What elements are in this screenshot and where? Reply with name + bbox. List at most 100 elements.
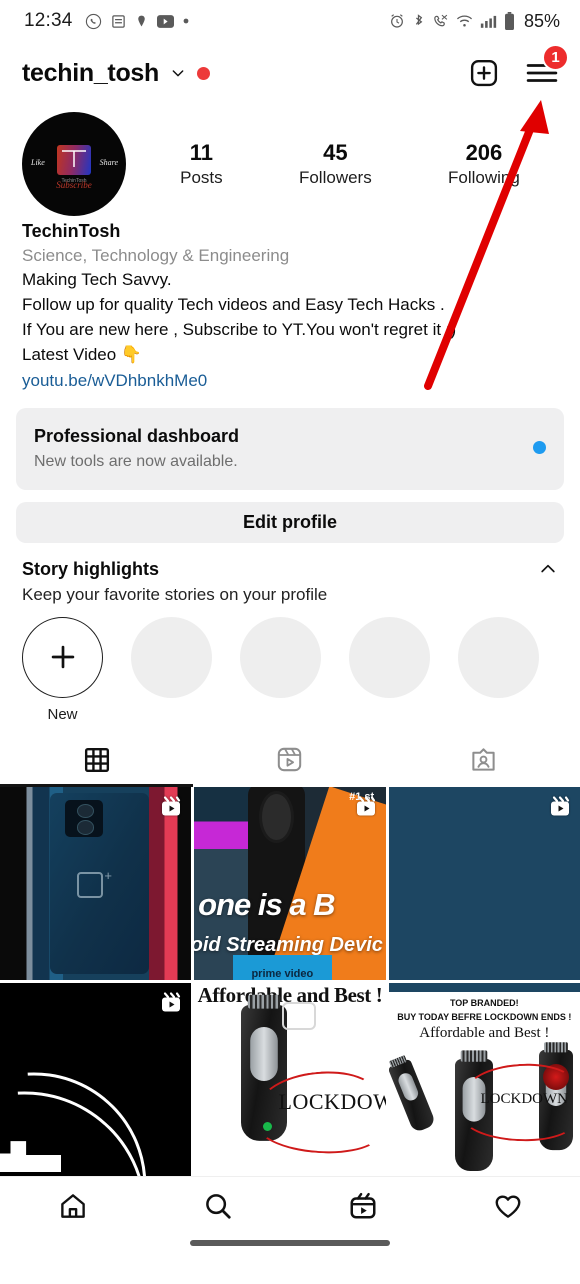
post-6-line-2: BUY TODAY BEFRE LOCKDOWN ENDS ! [397, 1011, 572, 1022]
highlight-placeholder[interactable] [240, 616, 321, 723]
avatar-subscribe-text: Subscribe [56, 180, 92, 190]
stat-posts-label: Posts [180, 167, 223, 187]
chevron-down-icon[interactable] [170, 65, 186, 81]
post-6-line-3: Affordable and Best ! [419, 1025, 550, 1042]
bluetooth-icon [412, 13, 425, 30]
post-2-headline: one is a B [198, 887, 335, 923]
bio-line-1: Making Tech Savvy. [22, 270, 172, 290]
status-bar: 12:34 85% [0, 0, 580, 42]
nav-reels[interactable] [290, 1191, 435, 1221]
phone-screen: 12:34 85% techin_tosh 1 TechinTosh Like … [0, 0, 580, 1284]
grid-post-6[interactable]: TOP BRANDED! BUY TODAY BEFRE LOCKDOWN EN… [388, 982, 580, 1176]
youtube-icon [156, 14, 174, 28]
grid-post-3[interactable] [388, 786, 580, 980]
stat-posts-count: 11 [189, 140, 214, 166]
profile-actions: Professional dashboard New tools are now… [0, 394, 580, 543]
post-1-camera-art [65, 800, 104, 837]
story-highlights-subtitle: Keep your favorite stories on your profi… [22, 584, 328, 604]
profile-stats: 11 Posts 45 Followers 206 Following [126, 139, 558, 189]
highlight-circle [458, 616, 539, 698]
avatar-share-text: Share [99, 158, 118, 167]
avatar[interactable]: TechinTosh Like Share Subscribe [22, 112, 126, 216]
highlight-circle [240, 616, 321, 698]
bottom-navigation [0, 1175, 580, 1236]
post-2-pad-art [259, 791, 294, 844]
menu-notification-badge: 1 [542, 44, 569, 71]
stat-followers[interactable]: 45 Followers [299, 139, 372, 189]
battery-icon [504, 12, 515, 30]
grid-post-5[interactable]: Affordable and Best ! LOCKDOWN [194, 982, 386, 1176]
story-highlights-title: Story highlights [22, 558, 159, 579]
post-6-line-1: TOP BRANDED! [449, 998, 519, 1009]
story-highlights-row: New [22, 616, 558, 723]
username-switcher[interactable]: techin_tosh [22, 59, 210, 88]
add-highlight-icon[interactable] [22, 616, 103, 698]
reel-indicator-icon [159, 795, 183, 824]
post-6-trimmer-art [388, 1058, 437, 1134]
dashboard-text: Professional dashboard New tools are now… [34, 423, 239, 473]
news-icon [111, 14, 126, 29]
post-1-logo-art [76, 868, 112, 898]
gesture-area [0, 1235, 580, 1274]
tab-grid[interactable] [0, 733, 194, 787]
story-highlights-header: Story highlights [22, 559, 558, 580]
gesture-bar[interactable] [190, 1239, 390, 1246]
reel-indicator-icon [159, 991, 183, 1020]
edit-profile-button[interactable]: Edit profile [16, 501, 564, 543]
username-label: techin_tosh [22, 58, 159, 87]
nav-home[interactable] [0, 1191, 145, 1221]
status-time: 12:34 [24, 10, 73, 31]
stat-posts[interactable]: 11 Posts [180, 139, 223, 189]
post-6-top-band [388, 982, 580, 993]
highlight-new[interactable]: New [22, 616, 103, 723]
professional-dashboard-card[interactable]: Professional dashboard New tools are now… [16, 407, 564, 490]
post-5-callout-label: LOCKDOWN [278, 1088, 386, 1114]
bio-line-3: If You are new here , Subscribe to YT.Yo… [22, 320, 457, 340]
grid-post-4[interactable] [0, 982, 192, 1176]
heart-icon [495, 1195, 520, 1219]
highlight-placeholder[interactable] [458, 616, 539, 723]
add-post-icon[interactable] [469, 58, 499, 88]
tab-reels[interactable] [193, 733, 386, 787]
call-mute-icon [432, 13, 449, 30]
stat-following-count: 206 [465, 140, 503, 166]
avatar-like-text: Like [31, 158, 45, 167]
dashboard-new-dot [533, 441, 546, 455]
bio-line-4: Latest Video 👇 [22, 345, 143, 365]
highlight-new-label: New [47, 705, 78, 723]
tab-tagged[interactable] [387, 733, 580, 787]
highlight-circle [131, 616, 212, 698]
stat-followers-count: 45 [323, 140, 348, 166]
highlight-placeholder[interactable] [131, 616, 212, 723]
grid-post-1[interactable] [0, 786, 192, 980]
post-5-ghost-icon [282, 1002, 317, 1031]
profile-category: Science, Technology & Engineering [22, 246, 290, 266]
search-icon [205, 1194, 231, 1219]
profile-summary: TechinTosh Like Share Subscribe 11 Posts… [0, 104, 580, 216]
profile-link[interactable]: youtu.be/wVDhbnkhMe0 [22, 368, 558, 394]
highlight-circle [349, 616, 430, 698]
post-grid: #1 st one is a B roid Streaming Devic pr… [0, 786, 580, 1176]
home-icon [60, 1194, 85, 1219]
stat-following[interactable]: 206 Following [448, 139, 520, 189]
pin-icon [135, 13, 148, 29]
header-actions: 1 [469, 44, 569, 88]
bio-line-2: Follow up for quality Tech videos and Ea… [22, 295, 445, 315]
post-6-callout-label: LOCKDOWN [480, 1090, 568, 1107]
grid-icon [84, 747, 109, 772]
reel-indicator-icon [354, 795, 378, 824]
wifi-icon [456, 14, 473, 28]
grid-post-2[interactable]: #1 st one is a B roid Streaming Devic pr… [194, 786, 386, 980]
battery-percent: 85% [523, 10, 560, 31]
stat-following-label: Following [448, 167, 520, 187]
profile-header: techin_tosh 1 [0, 42, 580, 104]
nav-search[interactable] [145, 1191, 290, 1221]
chevron-up-icon[interactable] [538, 559, 558, 579]
post-2-brand: prime video [232, 954, 333, 980]
dashboard-subtitle: New tools are now available. [34, 452, 238, 470]
story-highlights-section: Story highlights Keep your favorite stor… [0, 543, 580, 723]
highlight-placeholder[interactable] [349, 616, 430, 723]
nav-likes[interactable] [435, 1191, 580, 1221]
dashboard-title: Professional dashboard [34, 425, 240, 446]
unread-story-dot [197, 66, 210, 80]
